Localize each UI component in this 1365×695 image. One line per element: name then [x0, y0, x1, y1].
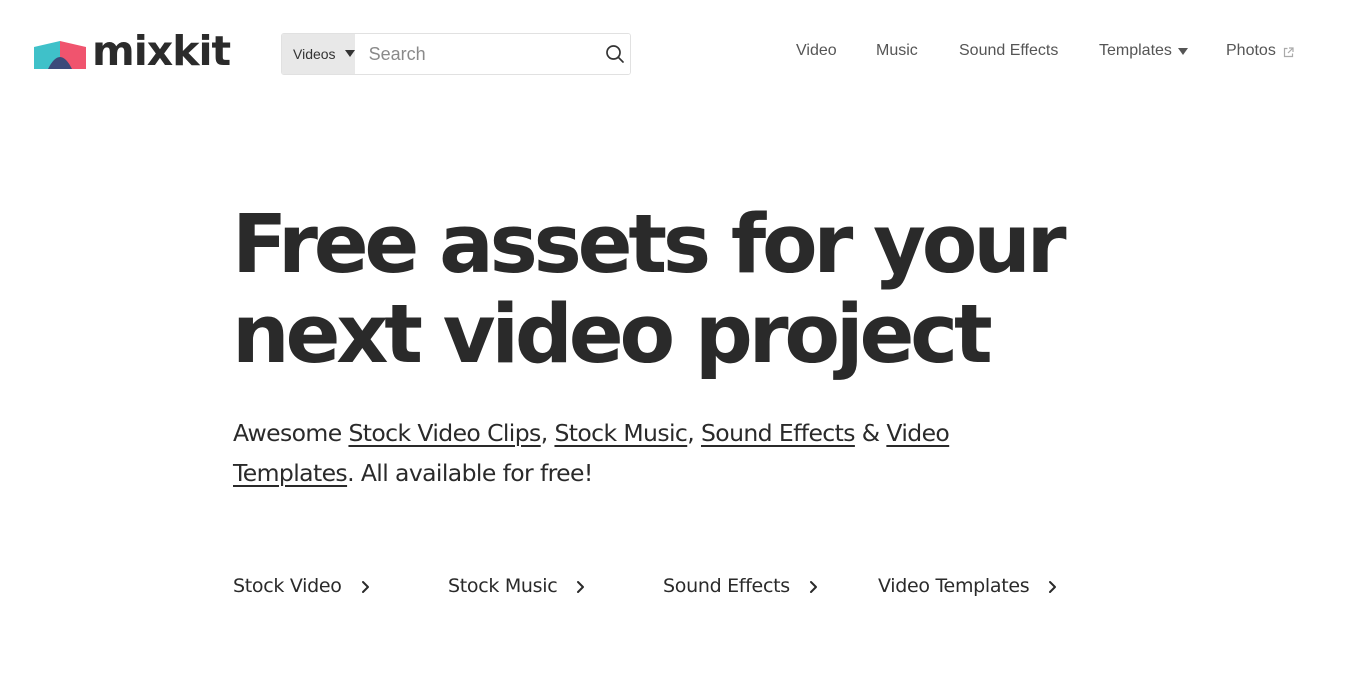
hero-title: Free assets for your next video project — [232, 200, 1132, 380]
nav-item-label: Sound Effects — [959, 42, 1059, 59]
hero-sub-separator: , — [687, 419, 701, 447]
category-label: Sound Effects — [663, 575, 790, 597]
caret-down-icon — [1177, 47, 1188, 55]
nav-item-label: Music — [876, 42, 918, 59]
main-nav: Video Music Sound Effects Templates Phot… — [0, 42, 1365, 66]
link-stock-video-clips[interactable]: Stock Video Clips — [348, 419, 541, 447]
hero-subtitle: Awesome Stock Video Clips, Stock Music, … — [233, 413, 1033, 493]
nav-item-label: Video — [796, 42, 837, 59]
category-link-video-templates[interactable]: Video Templates — [878, 570, 1057, 602]
link-sound-effects[interactable]: Sound Effects — [701, 419, 856, 447]
category-link-stock-music[interactable]: Stock Music — [448, 570, 585, 602]
hero-sub-separator: , — [540, 419, 555, 447]
external-link-icon — [1283, 46, 1294, 57]
category-links: Stock Video Stock Music Sound Effects Vi… — [0, 570, 1365, 602]
hero-title-line1: Free assets for your — [232, 198, 1067, 292]
chevron-right-icon — [577, 580, 585, 593]
nav-item-video[interactable]: Video — [796, 42, 837, 60]
nav-item-templates[interactable]: Templates — [1099, 42, 1188, 60]
hero-title-line2: next video project — [232, 288, 993, 382]
nav-item-sound-effects[interactable]: Sound Effects — [959, 42, 1058, 60]
nav-item-label: Templates — [1099, 42, 1172, 59]
chevron-right-icon — [361, 580, 369, 593]
category-label: Video Templates — [878, 575, 1030, 597]
link-stock-music[interactable]: Stock Music — [554, 419, 687, 447]
hero-sub-suffix: . All available for free! — [347, 459, 593, 487]
category-label: Stock Video — [233, 575, 342, 597]
site-header: mixkit Videos Video Music Sound Effects … — [0, 0, 1365, 108]
category-link-stock-video[interactable]: Stock Video — [233, 570, 370, 602]
chevron-right-icon — [809, 580, 817, 593]
category-link-sound-effects[interactable]: Sound Effects — [663, 570, 818, 602]
hero-sub-prefix: Awesome — [233, 419, 349, 447]
nav-item-music[interactable]: Music — [876, 42, 918, 60]
chevron-right-icon — [1049, 580, 1057, 593]
nav-item-label: Photos — [1226, 42, 1276, 59]
category-label: Stock Music — [448, 575, 558, 597]
nav-item-photos[interactable]: Photos — [1226, 42, 1294, 60]
hero-sub-separator: & — [854, 419, 887, 447]
